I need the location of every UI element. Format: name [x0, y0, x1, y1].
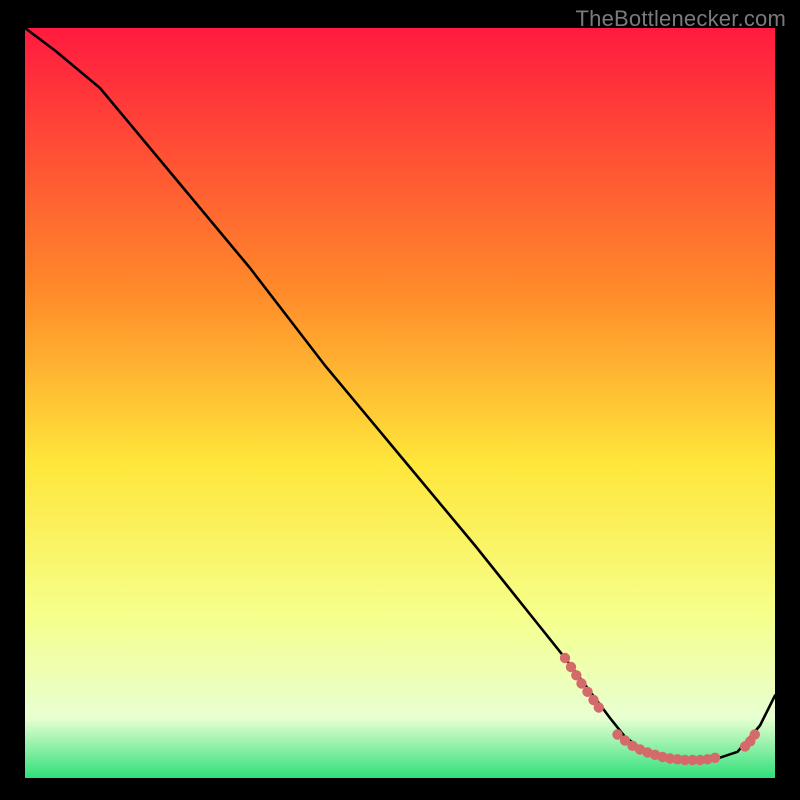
data-point [750, 729, 760, 739]
chart-plot-area [25, 28, 775, 778]
chart-frame: TheBottlenecker.com [0, 0, 800, 800]
data-point [560, 653, 570, 663]
chart-svg [25, 28, 775, 778]
gradient-background [25, 28, 775, 778]
data-point [710, 753, 720, 763]
data-point [594, 702, 604, 712]
data-point [576, 678, 586, 688]
